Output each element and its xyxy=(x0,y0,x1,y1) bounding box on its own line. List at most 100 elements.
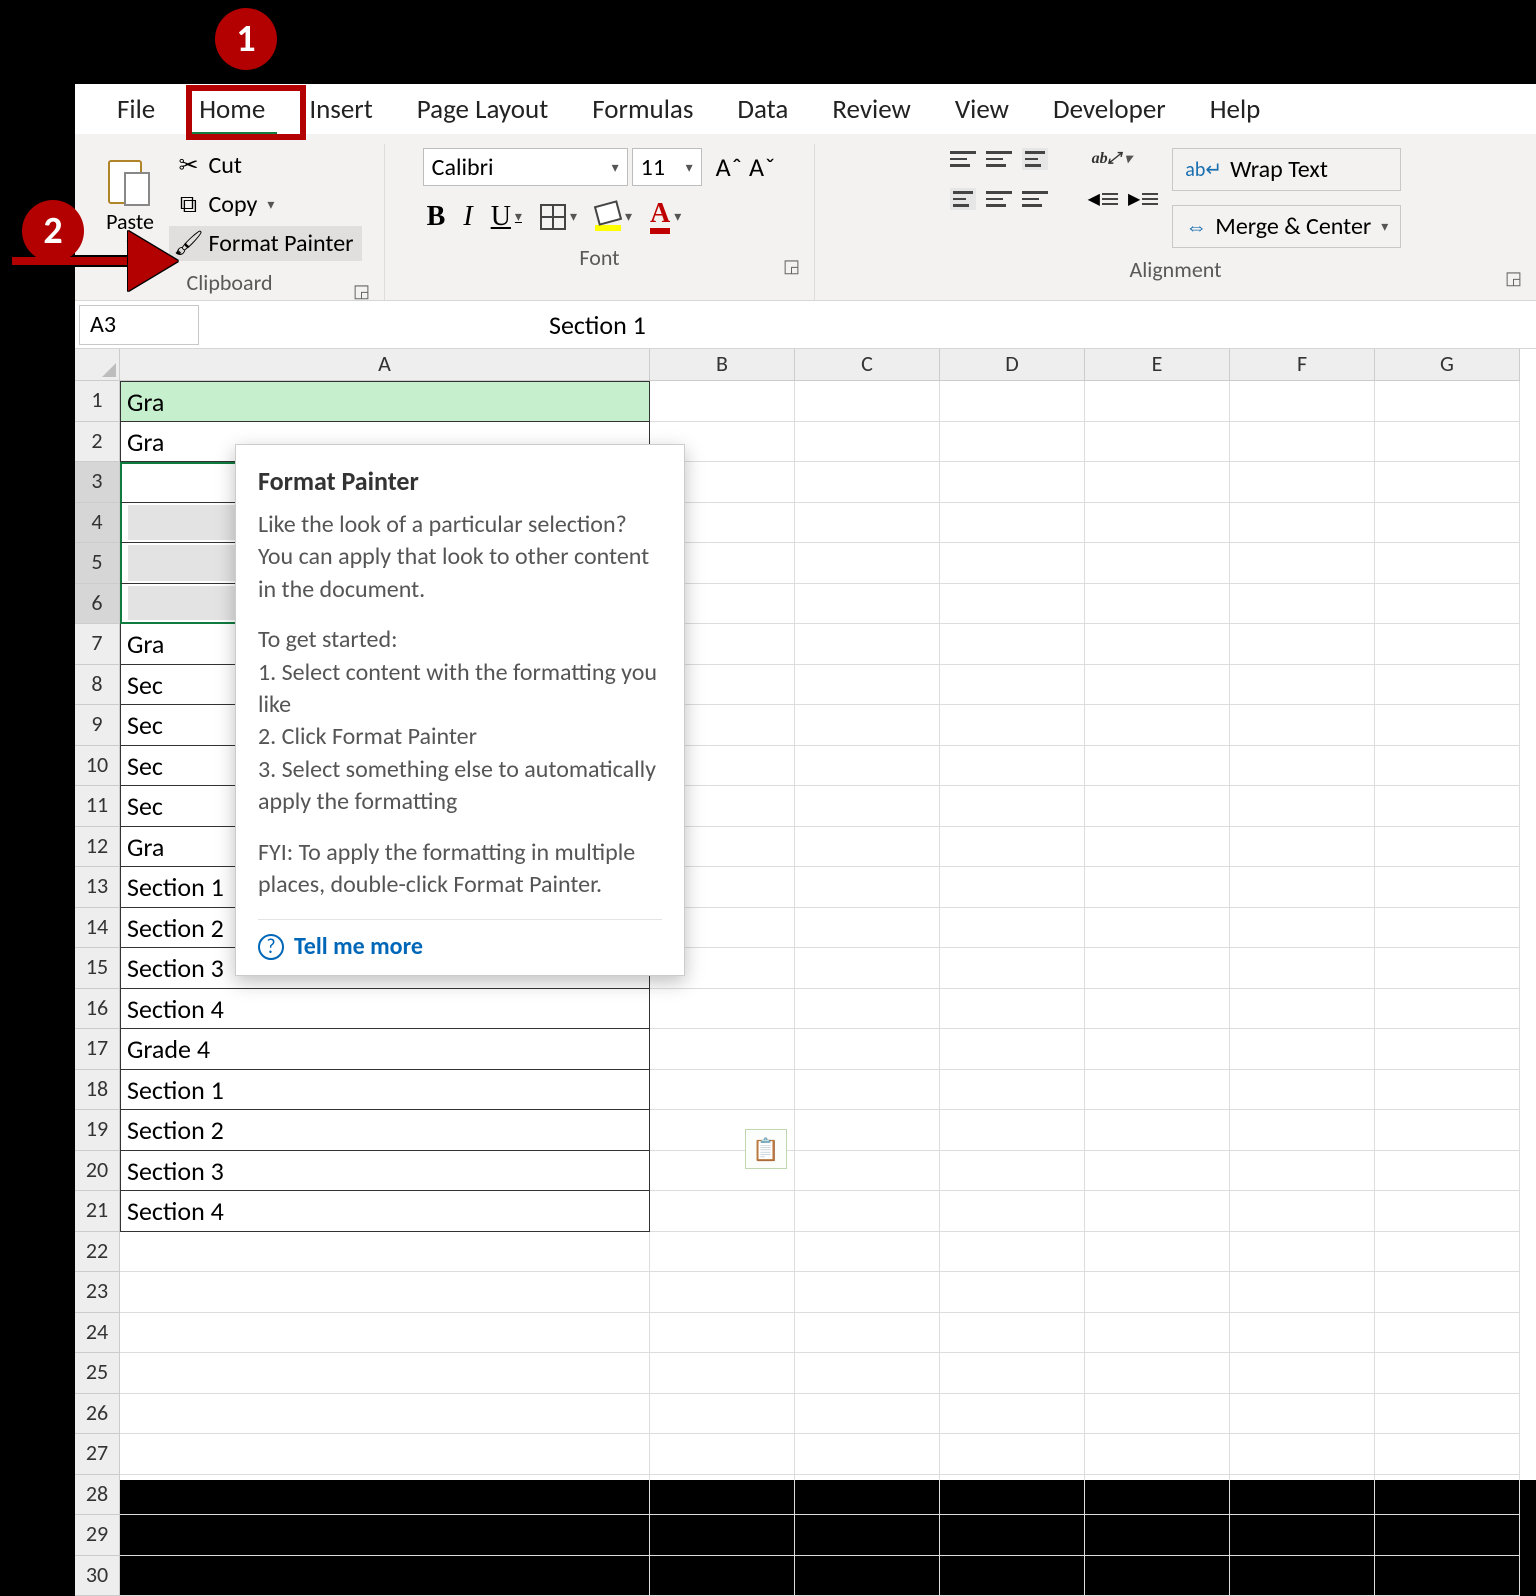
cell[interactable] xyxy=(940,1232,1085,1273)
cell[interactable] xyxy=(795,1191,940,1232)
cell[interactable] xyxy=(1375,503,1520,544)
cell[interactable] xyxy=(1375,908,1520,949)
cell[interactable] xyxy=(1230,989,1375,1030)
cell[interactable] xyxy=(940,705,1085,746)
cell[interactable] xyxy=(1230,584,1375,625)
cell[interactable] xyxy=(120,1232,650,1273)
cell[interactable] xyxy=(1375,1272,1520,1313)
cell[interactable] xyxy=(940,1353,1085,1394)
cell[interactable] xyxy=(795,1232,940,1273)
cell[interactable] xyxy=(1375,1110,1520,1151)
row-header[interactable]: 17 xyxy=(75,1029,120,1070)
row-header[interactable]: 27 xyxy=(75,1434,120,1475)
cell[interactable] xyxy=(1085,503,1230,544)
cell[interactable] xyxy=(1230,908,1375,949)
select-all-corner[interactable] xyxy=(75,349,120,381)
copy-button[interactable]: ⧉ Copy ▾ xyxy=(169,187,362,222)
tell-me-more-link[interactable]: Tell me more xyxy=(294,932,423,961)
cell[interactable] xyxy=(650,1232,795,1273)
row-header[interactable]: 16 xyxy=(75,989,120,1030)
cell[interactable] xyxy=(1085,1515,1230,1556)
wrap-text-button[interactable]: ab↵ Wrap Text xyxy=(1172,148,1401,191)
col-header-E[interactable]: E xyxy=(1085,349,1230,381)
cell[interactable] xyxy=(795,543,940,584)
col-header-A[interactable]: A xyxy=(120,349,650,381)
cell[interactable] xyxy=(1375,1191,1520,1232)
cell[interactable] xyxy=(795,1110,940,1151)
dialog-launcher-icon[interactable]: ◲ xyxy=(1505,267,1523,285)
cell[interactable] xyxy=(1375,1070,1520,1111)
row-header[interactable]: 26 xyxy=(75,1394,120,1435)
cell[interactable] xyxy=(1230,381,1375,422)
col-header-C[interactable]: C xyxy=(795,349,940,381)
cell[interactable] xyxy=(1085,1272,1230,1313)
cell[interactable] xyxy=(1375,786,1520,827)
decrease-indent-button[interactable]: ◀ xyxy=(1088,189,1118,209)
row-header[interactable]: 21 xyxy=(75,1191,120,1232)
tab-data[interactable]: Data xyxy=(715,85,810,134)
cell[interactable] xyxy=(1230,1313,1375,1354)
cell[interactable] xyxy=(795,665,940,706)
row-header[interactable]: 3 xyxy=(75,462,120,503)
cell[interactable] xyxy=(795,503,940,544)
cell[interactable] xyxy=(1085,1110,1230,1151)
cell[interactable] xyxy=(1085,624,1230,665)
cell[interactable] xyxy=(120,1353,650,1394)
format-painter-button[interactable]: 🖌 Format Painter xyxy=(169,226,362,261)
cell[interactable] xyxy=(1230,827,1375,868)
cell[interactable] xyxy=(1375,705,1520,746)
align-center-button[interactable] xyxy=(986,191,1012,207)
cell[interactable]: Grade 4 xyxy=(120,1029,650,1070)
row-header[interactable]: 1 xyxy=(75,381,120,422)
cell[interactable] xyxy=(650,1313,795,1354)
cell[interactable] xyxy=(1230,948,1375,989)
cell[interactable] xyxy=(795,584,940,625)
cell[interactable] xyxy=(795,1070,940,1111)
cell[interactable] xyxy=(1085,746,1230,787)
cell[interactable] xyxy=(940,1110,1085,1151)
cell[interactable] xyxy=(1085,1151,1230,1192)
align-top-button[interactable] xyxy=(950,151,976,167)
row-header[interactable]: 23 xyxy=(75,1272,120,1313)
cell[interactable] xyxy=(1375,462,1520,503)
chevron-down-icon[interactable]: ▾ xyxy=(267,196,274,213)
cell[interactable] xyxy=(120,1394,650,1435)
cell[interactable] xyxy=(1085,462,1230,503)
cell[interactable] xyxy=(1230,786,1375,827)
cell[interactable] xyxy=(795,462,940,503)
dialog-launcher-icon[interactable]: ◲ xyxy=(783,255,801,273)
cell[interactable] xyxy=(1375,989,1520,1030)
cell[interactable] xyxy=(940,1272,1085,1313)
align-middle-button[interactable] xyxy=(986,151,1012,167)
row-header[interactable]: 28 xyxy=(75,1475,120,1516)
row-header[interactable]: 8 xyxy=(75,665,120,706)
row-header[interactable]: 24 xyxy=(75,1313,120,1354)
row-header[interactable]: 30 xyxy=(75,1556,120,1596)
cell[interactable] xyxy=(1375,381,1520,422)
cell[interactable] xyxy=(1230,867,1375,908)
cell[interactable] xyxy=(1230,1110,1375,1151)
cell[interactable] xyxy=(1085,1353,1230,1394)
cell[interactable] xyxy=(1375,1029,1520,1070)
cell[interactable] xyxy=(1230,624,1375,665)
cell[interactable] xyxy=(1230,1394,1375,1435)
row-header[interactable]: 9 xyxy=(75,705,120,746)
cell[interactable] xyxy=(1230,705,1375,746)
cell[interactable] xyxy=(1375,1394,1520,1435)
cell[interactable] xyxy=(1230,746,1375,787)
cell[interactable] xyxy=(1085,867,1230,908)
cell[interactable] xyxy=(795,1475,940,1516)
cell[interactable] xyxy=(650,1272,795,1313)
cell[interactable] xyxy=(120,1475,650,1516)
cell[interactable] xyxy=(1085,1232,1230,1273)
cell[interactable] xyxy=(795,989,940,1030)
cell[interactable] xyxy=(1375,624,1520,665)
cell[interactable] xyxy=(940,1313,1085,1354)
row-header[interactable]: 20 xyxy=(75,1151,120,1192)
row-header[interactable]: 19 xyxy=(75,1110,120,1151)
cell[interactable] xyxy=(940,1556,1085,1596)
cell[interactable] xyxy=(795,381,940,422)
cell[interactable] xyxy=(1230,503,1375,544)
font-name-select[interactable]: Calibri ▾ xyxy=(423,148,628,186)
cell[interactable] xyxy=(1230,1151,1375,1192)
